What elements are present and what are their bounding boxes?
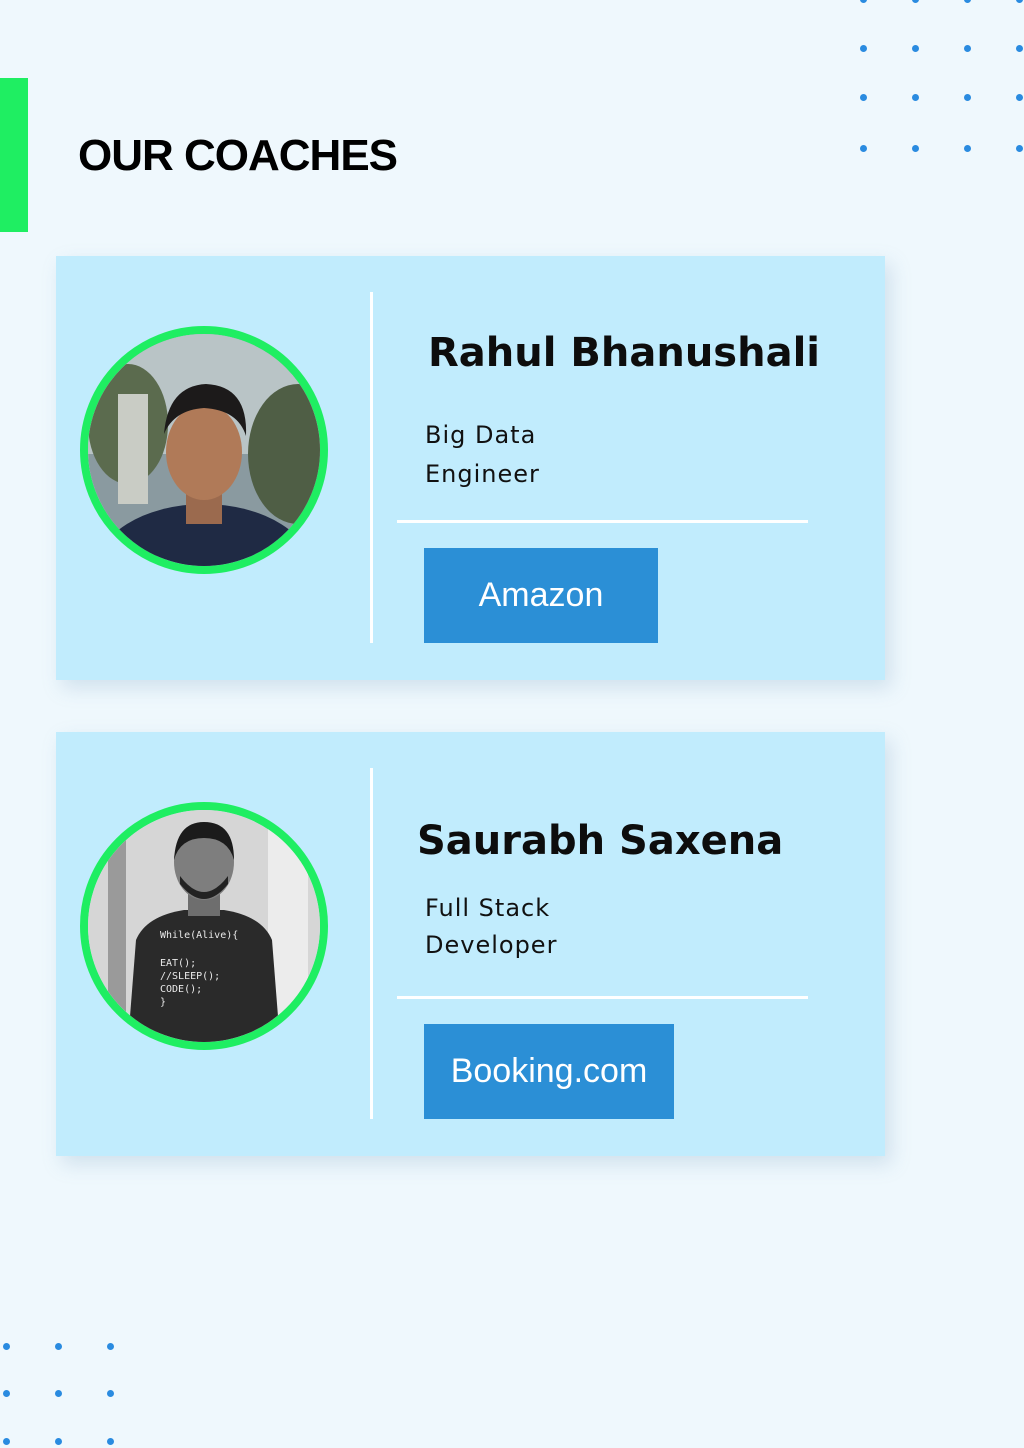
tshirt-text-line: While(Alive){ — [160, 930, 238, 941]
coach-name: Rahul Bhanushali — [428, 330, 820, 376]
accent-bar — [0, 78, 28, 232]
horizontal-divider — [397, 996, 808, 999]
company-button[interactable]: Amazon — [424, 548, 658, 643]
coach-photo-color — [88, 334, 320, 566]
coach-photo-grayscale: While(Alive){ EAT(); //SLEEP(); CODE(); … — [88, 810, 320, 1042]
coach-avatar: While(Alive){ EAT(); //SLEEP(); CODE(); … — [80, 802, 328, 1050]
tshirt-text-line: } — [160, 997, 166, 1008]
horizontal-divider — [397, 520, 808, 523]
tshirt-text-line: CODE(); — [160, 984, 202, 995]
coach-role: Big Data Engineer — [425, 421, 540, 488]
coach-name: Saurabh Saxena — [417, 818, 784, 864]
page-title: OUR COACHES — [78, 131, 398, 180]
vertical-divider — [370, 768, 373, 1119]
tshirt-text-line: //SLEEP(); — [160, 971, 220, 982]
coach-card: While(Alive){ EAT(); //SLEEP(); CODE(); … — [56, 732, 885, 1156]
vertical-divider — [370, 292, 373, 643]
tshirt-text-line: EAT(); — [160, 958, 196, 969]
coach-avatar — [80, 326, 328, 574]
coach-card: Rahul Bhanushali Big Data Engineer Amazo… — [56, 256, 885, 680]
coach-role: Full Stack Developer — [425, 894, 558, 959]
company-button[interactable]: Booking.com — [424, 1024, 674, 1119]
